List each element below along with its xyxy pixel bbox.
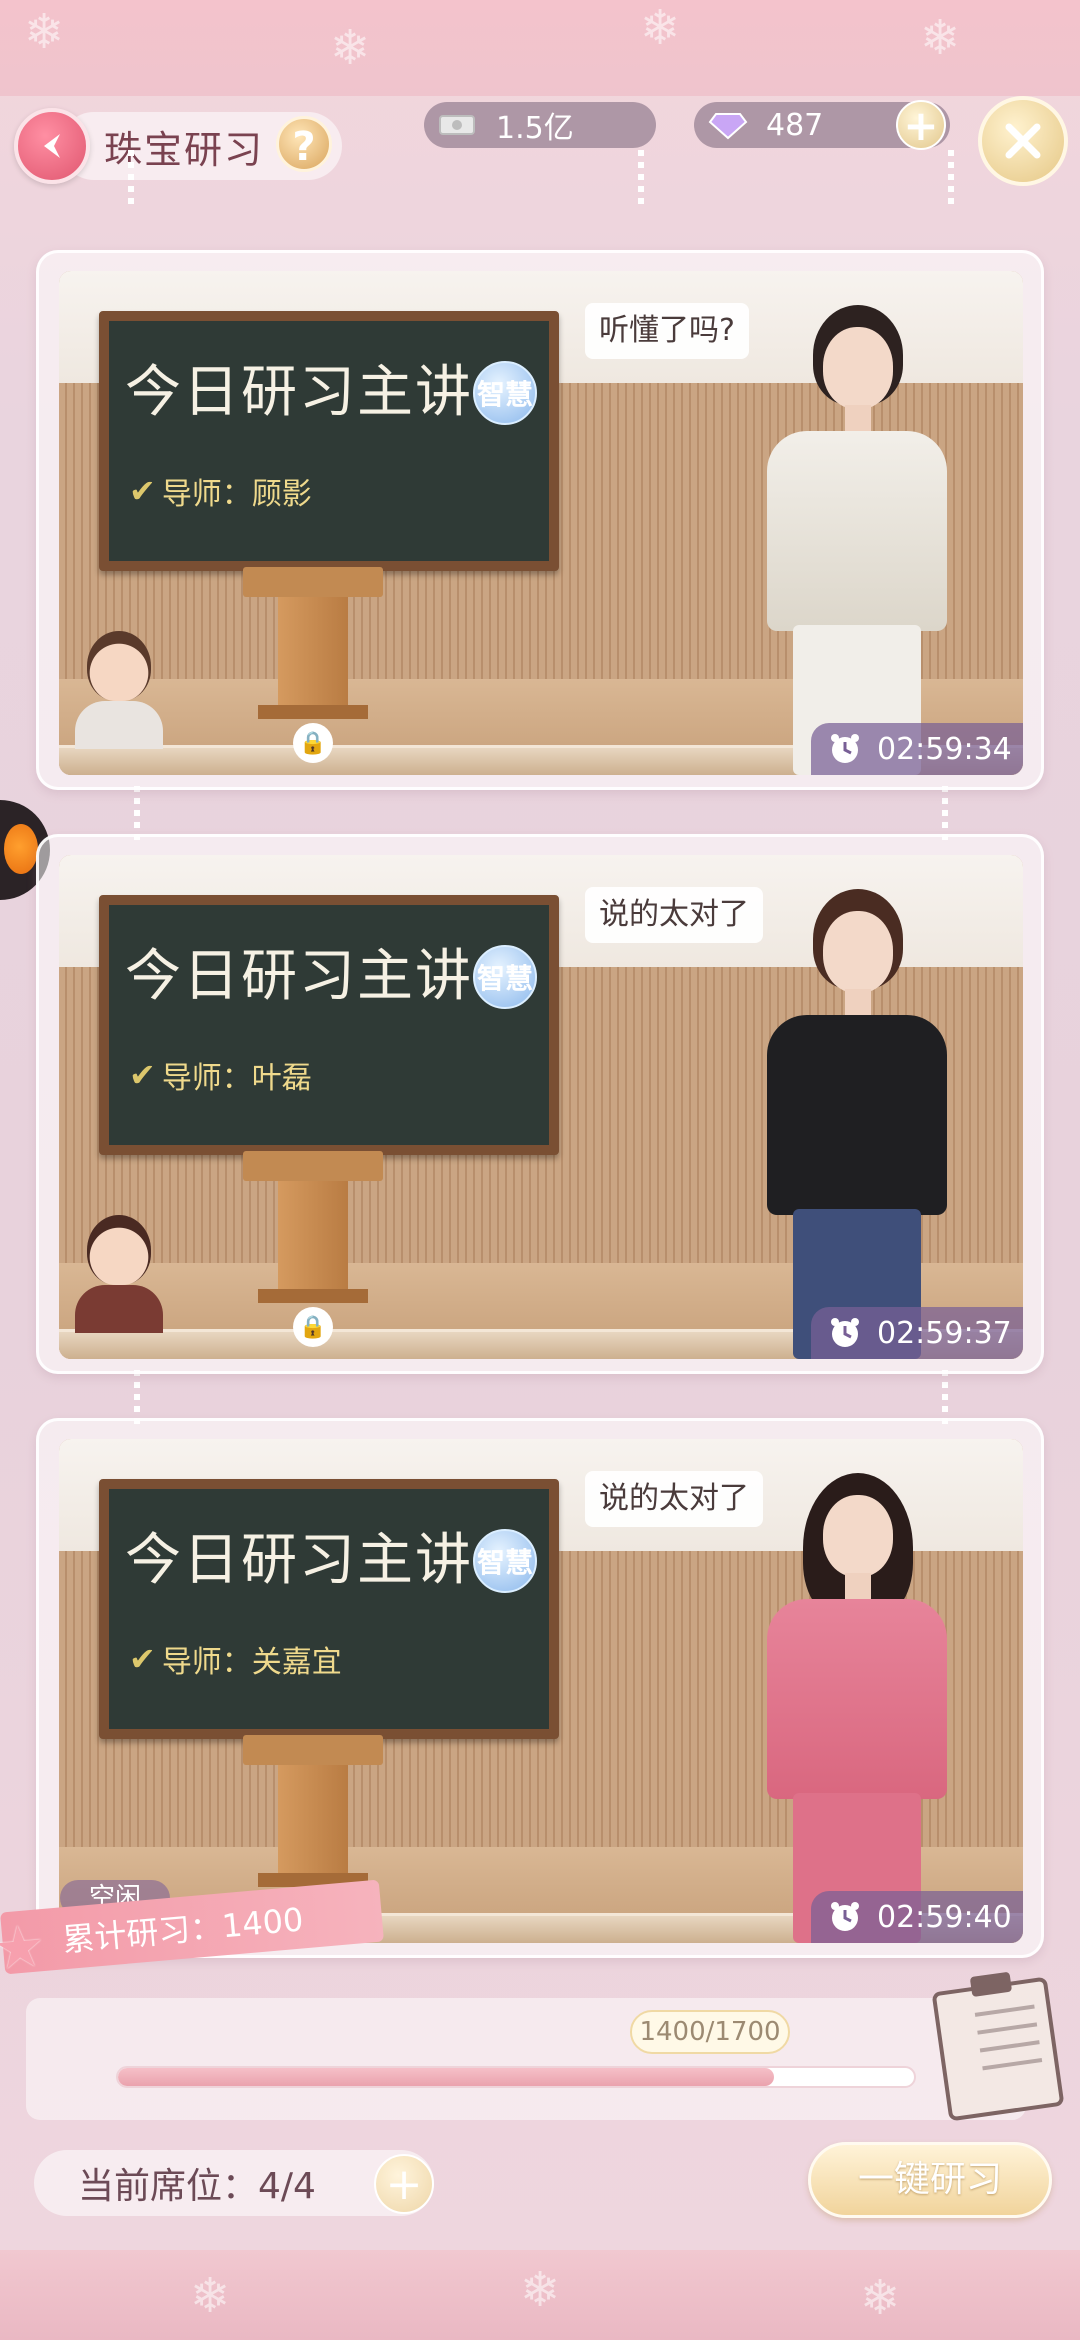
money-icon (439, 115, 475, 135)
skill-badge: 智慧 (473, 361, 537, 425)
clipboard-icon[interactable] (931, 1976, 1065, 2122)
snowflake-icon: ❄ (860, 2270, 901, 2326)
lock-icon[interactable]: 🔒 (293, 723, 333, 763)
top-decor-band (0, 0, 1080, 96)
snowflake-icon: ❄ (640, 0, 681, 56)
one-click-study-button[interactable]: 一键研习 (808, 2142, 1052, 2218)
snowflake-icon: ❄ (330, 20, 371, 76)
check-icon: ✔ (129, 1056, 156, 1094)
chalkboard: 今日研习主讲 智慧 ✔ 导师：关嘉宜 (99, 1479, 559, 1739)
snowflake-icon: ❄ (190, 2268, 231, 2324)
board-title: 今日研习主讲 (125, 360, 473, 425)
back-button[interactable] (14, 108, 90, 184)
classroom-scene: 今日研习主讲 智慧 ✔ 导师：顾影 🔒 听懂了吗? 02:59:34 (59, 271, 1023, 775)
study-card-1[interactable]: 今日研习主讲 智慧 ✔ 导师：顾影 🔒 听懂了吗? 02:59:34 (36, 250, 1044, 790)
board-title: 今日研习主讲 (125, 944, 473, 1009)
countdown-timer: 02:59:37 (811, 1307, 1023, 1359)
chalkboard: 今日研习主讲 智慧 ✔ 导师：顾影 (99, 311, 559, 571)
podium (243, 1735, 383, 1895)
snowflake-icon: ❄ (24, 4, 65, 60)
clock-icon (831, 734, 859, 763)
teacher-figure (747, 1473, 967, 1943)
check-icon: ✔ (129, 472, 156, 510)
gem-value: 487 (766, 107, 824, 143)
total-study-text: 累计研习：1400 (61, 1900, 305, 1960)
progress-fill (118, 2068, 774, 2086)
classroom-scene: 今日研习主讲 智慧 ✔ 导师：叶磊 🔒 说的太对了 02:59:37 (59, 855, 1023, 1359)
money-value: 1.5亿 (496, 111, 574, 146)
countdown-timer: 02:59:40 (811, 1891, 1023, 1943)
chain-decor (638, 150, 644, 204)
current-seat-text: 当前席位：4/4 (78, 2166, 316, 2207)
snowflake-icon: ❄ (520, 2262, 561, 2318)
teacher-line: ✔ 导师：顾影 (129, 469, 312, 513)
skill-badge: 智慧 (473, 945, 537, 1009)
study-card-3[interactable]: 今日研习主讲 智慧 ✔ 导师：关嘉宜 说的太对了 02:59:40 (36, 1418, 1044, 1958)
skill-badge: 智慧 (473, 1529, 537, 1593)
study-card-2[interactable]: 今日研习主讲 智慧 ✔ 导师：叶磊 🔒 说的太对了 02:59:37 (36, 834, 1044, 1374)
timer-value: 02:59:37 (877, 1315, 1012, 1351)
teacher-name: 导师：顾影 (161, 477, 312, 512)
chalkboard: 今日研习主讲 智慧 ✔ 导师：叶磊 (99, 895, 559, 1155)
lock-icon[interactable]: 🔒 (293, 1307, 333, 1347)
snowflake-icon: ❄ (920, 10, 961, 66)
teacher-line: ✔ 导师：叶磊 (129, 1053, 312, 1097)
podium (243, 567, 383, 727)
teacher-figure (747, 305, 967, 775)
progress-panel (26, 1998, 1026, 2120)
speech-bubble: 说的太对了 (585, 1471, 763, 1527)
teacher-line: ✔ 导师：关嘉宜 (129, 1637, 342, 1681)
student-avatar (75, 631, 163, 749)
timer-value: 02:59:40 (877, 1899, 1012, 1935)
teacher-name: 导师：关嘉宜 (161, 1645, 342, 1680)
student-avatar (75, 1215, 163, 1333)
progress-bar (116, 2066, 916, 2088)
close-button[interactable] (978, 96, 1068, 186)
progress-text: 1400/1700 (630, 2010, 790, 2054)
back-arrow-icon (44, 134, 60, 158)
board-title: 今日研习主讲 (125, 1528, 473, 1593)
check-icon: ✔ (129, 1640, 156, 1678)
chain-decor (942, 786, 948, 840)
help-icon[interactable]: ? (276, 116, 332, 172)
add-seat-button[interactable]: + (374, 2154, 434, 2214)
chain-decor (134, 786, 140, 840)
chain-decor (942, 1370, 948, 1424)
clock-icon (831, 1318, 859, 1347)
timer-value: 02:59:34 (877, 731, 1012, 767)
clock-icon (831, 1902, 859, 1931)
star-icon: ★ (0, 1911, 48, 1984)
chain-decor (948, 150, 954, 204)
diamond-icon (708, 113, 748, 140)
teacher-name: 导师：叶磊 (161, 1061, 312, 1096)
money-counter: 1.5亿 (424, 102, 656, 148)
chain-decor (134, 1370, 140, 1424)
countdown-timer: 02:59:34 (811, 723, 1023, 775)
close-icon (1005, 123, 1041, 159)
podium (243, 1151, 383, 1311)
add-gems-button[interactable]: + (896, 100, 946, 150)
chain-decor (128, 150, 134, 204)
speech-bubble: 听懂了吗? (585, 303, 749, 359)
teacher-figure (747, 889, 967, 1359)
classroom-scene: 今日研习主讲 智慧 ✔ 导师：关嘉宜 说的太对了 02:59:40 (59, 1439, 1023, 1943)
speech-bubble: 说的太对了 (585, 887, 763, 943)
